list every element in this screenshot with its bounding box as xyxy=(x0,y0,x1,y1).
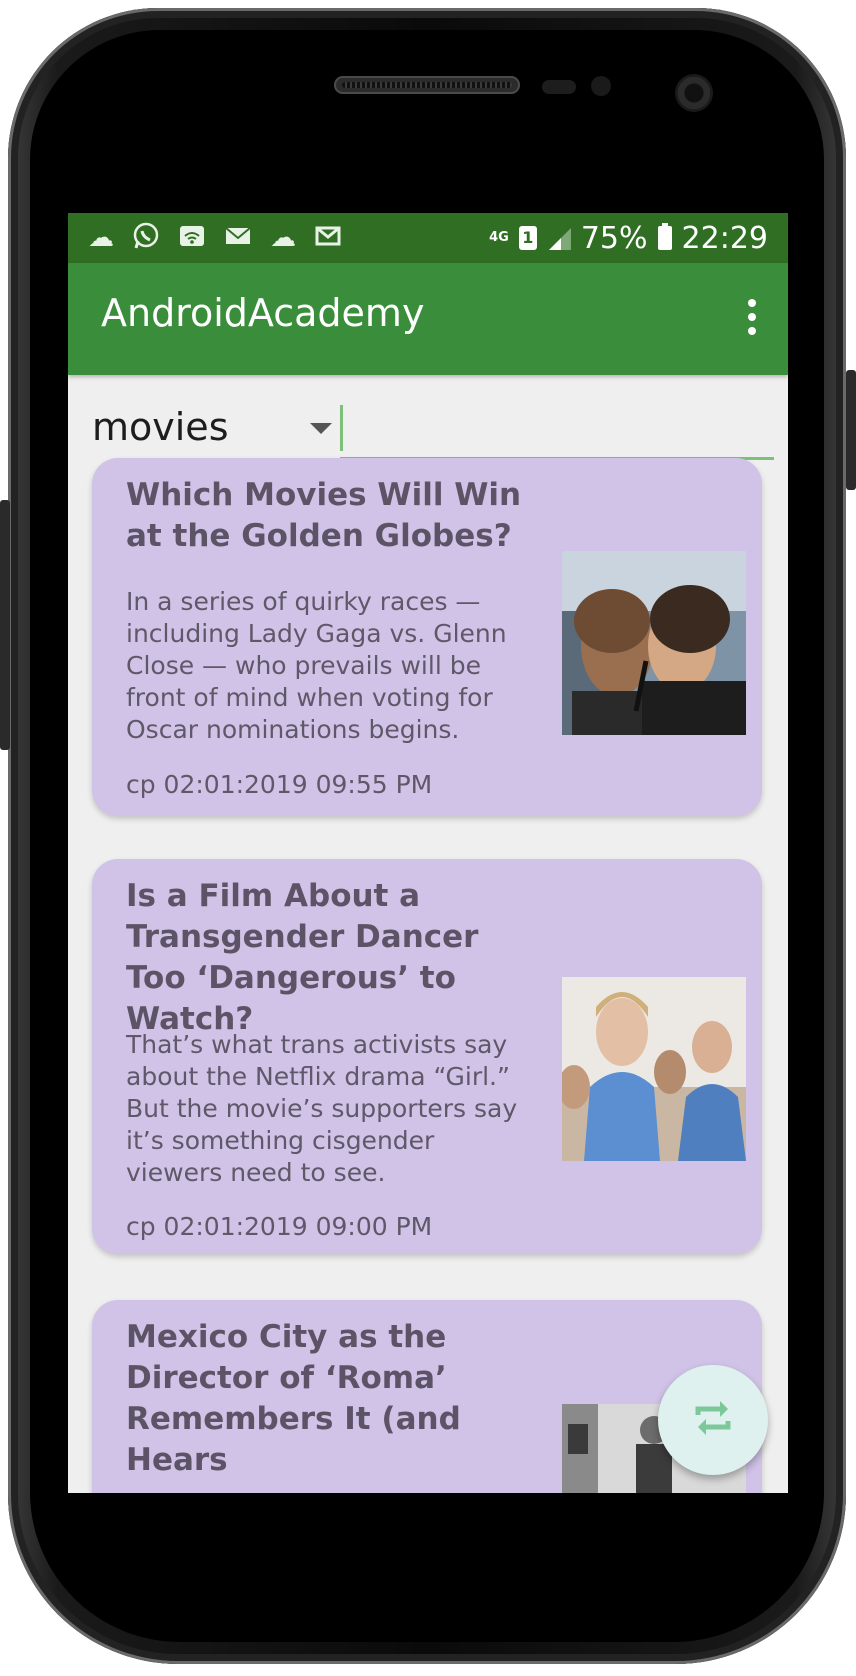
article-card[interactable]: Which Movies Will Win at the Golden Glob… xyxy=(92,458,762,816)
app-bar: AndroidAcademy xyxy=(68,263,788,375)
article-date: cp 02:01:2019 09:00 PM xyxy=(126,1212,433,1241)
battery-percent: 75% xyxy=(580,220,648,256)
light-sensor xyxy=(591,76,611,96)
app-title: AndroidAcademy xyxy=(101,291,425,335)
volume-button xyxy=(0,500,10,750)
earpiece-speaker xyxy=(334,76,520,94)
status-bar: ☁ ☁ 4G 1 75% 22:29 xyxy=(68,213,788,263)
wifi-icon xyxy=(178,222,206,255)
search-input[interactable] xyxy=(340,403,774,460)
article-title: Is a Film About a Transgender Dancer Too… xyxy=(126,878,479,1037)
proximity-sensor xyxy=(542,80,576,94)
whatsapp-icon xyxy=(132,222,160,255)
overflow-menu-icon[interactable] xyxy=(740,293,764,341)
dropdown-arrow-icon xyxy=(310,423,332,434)
article-abstract: In a series of quirky races — including … xyxy=(126,587,507,744)
gmail-icon xyxy=(314,222,342,255)
article-card[interactable]: Is a Film About a Transgender Dancer Too… xyxy=(92,859,762,1254)
screen: ☁ ☁ 4G 1 75% 22:29 AndroidAcademy movies… xyxy=(68,213,788,1493)
article-title: Mexico City as the Director of ‘Roma’ Re… xyxy=(126,1319,461,1478)
section-spinner[interactable]: movies xyxy=(92,401,332,457)
text-cursor xyxy=(340,405,343,451)
repeat-icon xyxy=(688,1393,738,1447)
article-thumbnail xyxy=(562,977,746,1161)
network-type-label: 4G xyxy=(489,230,509,245)
article-title: Which Movies Will Win at the Golden Glob… xyxy=(126,477,522,554)
article-date: cp 02:01:2019 09:55 PM xyxy=(126,770,433,799)
refresh-fab[interactable] xyxy=(658,1365,768,1475)
signal-icon xyxy=(547,226,571,250)
section-spinner-value: movies xyxy=(92,405,229,449)
mail-icon xyxy=(224,222,252,255)
cloud-icon: ☁ xyxy=(270,223,296,253)
article-abstract: That’s what trans activists say about th… xyxy=(126,1030,518,1187)
power-button xyxy=(846,370,856,490)
article-card[interactable]: Mexico City as the Director of ‘Roma’ Re… xyxy=(92,1300,762,1493)
clock: 22:29 xyxy=(681,220,768,256)
front-camera xyxy=(675,74,713,112)
article-thumbnail xyxy=(562,551,746,735)
sim-icon: 1 xyxy=(518,226,537,250)
cloud-icon: ☁ xyxy=(88,223,114,253)
battery-charging-icon xyxy=(657,223,672,250)
